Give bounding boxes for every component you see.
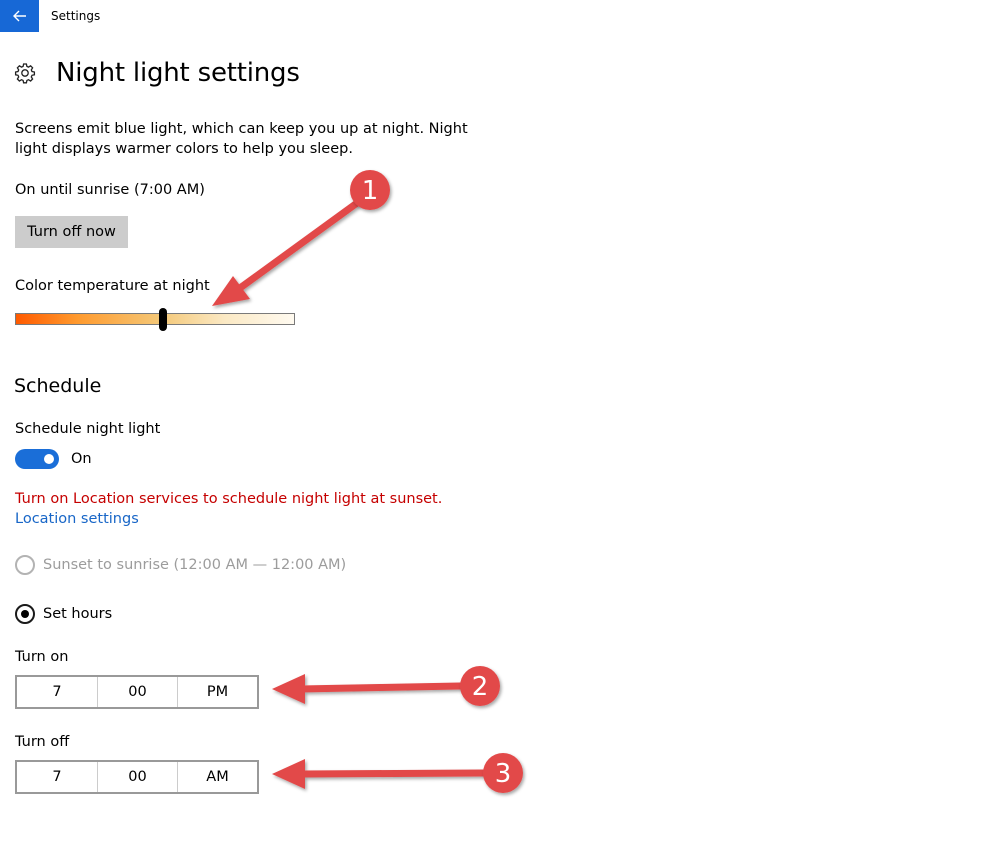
svg-text:3: 3 (495, 759, 512, 789)
annotation-badge-1: 1 (350, 170, 390, 210)
annotation-overlay: 1 2 3 (212, 170, 523, 793)
annotation-arrow-1 (212, 199, 361, 306)
svg-text:1: 1 (362, 176, 379, 206)
annotation-badge-3: 3 (483, 753, 523, 793)
annotation-arrow-2 (272, 674, 464, 704)
annotation-badge-2: 2 (460, 666, 500, 706)
annotation-arrow-3 (272, 759, 487, 789)
svg-text:2: 2 (472, 672, 489, 702)
